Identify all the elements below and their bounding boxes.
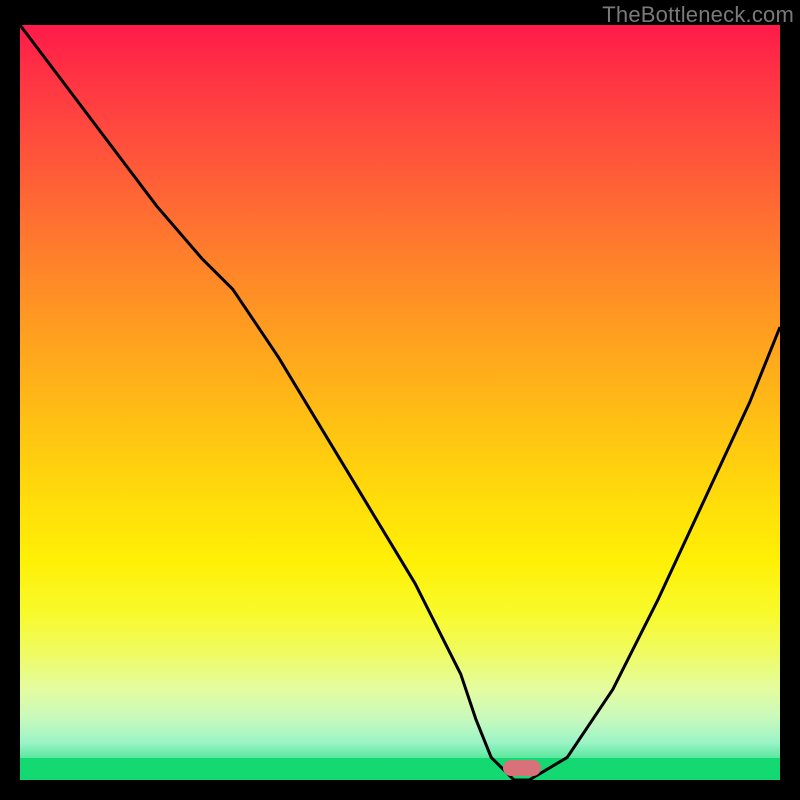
watermark-text: TheBottleneck.com <box>602 2 794 28</box>
current-config-marker <box>503 760 541 776</box>
bottleneck-curve-svg <box>20 25 780 780</box>
chart-plot-area <box>20 25 780 780</box>
bottleneck-curve <box>20 25 780 780</box>
